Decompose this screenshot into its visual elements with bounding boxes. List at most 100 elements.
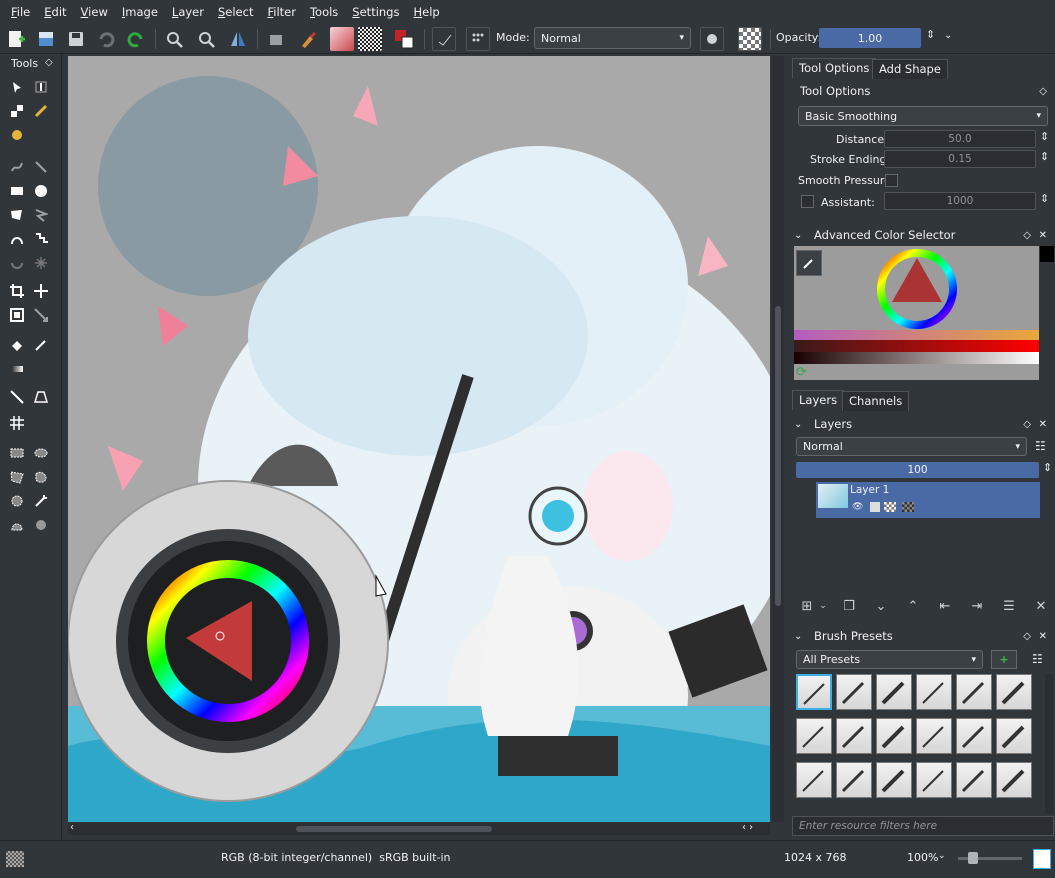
- menu-filter[interactable]: Filter: [260, 5, 302, 19]
- menu-image[interactable]: Image: [115, 5, 165, 19]
- brush-preview-icon[interactable]: [6, 851, 24, 867]
- add-tag-button[interactable]: +: [991, 650, 1017, 669]
- lock-icon[interactable]: [870, 502, 880, 512]
- brush-preset[interactable]: [996, 762, 1032, 798]
- brush-preset[interactable]: [916, 674, 952, 710]
- polyline-tool-icon[interactable]: [32, 206, 50, 224]
- smoothing-select[interactable]: Basic Smoothing ▾: [798, 106, 1048, 126]
- menu-file[interactable]: File: [4, 5, 37, 19]
- text-tool-icon[interactable]: [32, 78, 50, 96]
- gradient-selector[interactable]: [330, 27, 354, 51]
- menu-view[interactable]: View: [74, 5, 115, 19]
- grid-tool-icon[interactable]: [8, 414, 26, 432]
- vertical-scrollbar[interactable]: [772, 56, 784, 822]
- brush-preset[interactable]: [876, 674, 912, 710]
- open-document-icon[interactable]: [34, 27, 58, 51]
- float-icon[interactable]: ◇: [1023, 230, 1031, 241]
- rectangle-tool-icon[interactable]: [8, 182, 26, 200]
- layer-name[interactable]: Layer 1: [850, 484, 889, 496]
- duplicate-layer-icon[interactable]: ❐: [840, 597, 858, 615]
- chevron-down-icon[interactable]: ⌄: [814, 597, 832, 615]
- freehand-brush-icon[interactable]: [8, 126, 26, 144]
- assistant-slider[interactable]: 1000: [884, 192, 1036, 210]
- shade-bar-light[interactable]: [794, 352, 1039, 364]
- eraser-mode-icon[interactable]: [264, 27, 288, 51]
- undo-icon[interactable]: [94, 27, 118, 51]
- brush-preset[interactable]: [996, 718, 1032, 754]
- visibility-icon[interactable]: 👁: [852, 502, 863, 512]
- horizontal-scrollbar[interactable]: ‹ ‹ ›: [68, 822, 770, 835]
- bezier-select-icon[interactable]: [8, 516, 26, 534]
- brush-preset[interactable]: [996, 674, 1032, 710]
- canvas-thumbnail-icon[interactable]: [1033, 849, 1051, 869]
- color-selector[interactable]: ⟳: [794, 246, 1039, 380]
- brush-preset[interactable]: [916, 762, 952, 798]
- shade-bar-red[interactable]: [794, 340, 1039, 352]
- magnetic-select-icon[interactable]: [32, 516, 50, 534]
- tab-channels[interactable]: Channels: [842, 391, 910, 411]
- zoom-out-icon[interactable]: [194, 27, 218, 51]
- eyedropper-icon[interactable]: [796, 250, 822, 276]
- edit-shapes-icon[interactable]: [8, 102, 26, 120]
- brush-preset[interactable]: [876, 762, 912, 798]
- polygon-tool-icon[interactable]: [8, 206, 26, 224]
- brush-preset[interactable]: [956, 674, 992, 710]
- menu-help[interactable]: Help: [406, 5, 446, 19]
- brush-preset[interactable]: [796, 762, 832, 798]
- layer-properties-icon[interactable]: ☰: [1000, 597, 1018, 615]
- layer-view-icon[interactable]: ☷: [1035, 439, 1046, 453]
- freehand-select-icon[interactable]: [32, 468, 50, 486]
- brush-preset-icon[interactable]: [432, 27, 456, 51]
- line-tool-icon[interactable]: [32, 158, 50, 176]
- layer-opacity-spin-icon[interactable]: ⇕: [1043, 461, 1052, 474]
- stroke-ending-slider[interactable]: 0.15: [884, 150, 1036, 168]
- float-icon[interactable]: ◇: [1023, 631, 1031, 642]
- calligraphy-icon[interactable]: [32, 102, 50, 120]
- brush-preset[interactable]: [796, 718, 832, 754]
- save-icon[interactable]: [64, 27, 88, 51]
- layer-opacity-slider[interactable]: 100: [796, 462, 1039, 478]
- delete-layer-icon[interactable]: ✕: [1032, 597, 1050, 615]
- pop-up-palette[interactable]: [68, 480, 389, 802]
- alpha-lock-icon[interactable]: [902, 502, 914, 512]
- tab-add-shape[interactable]: Add Shape: [872, 59, 948, 79]
- opacity-slider[interactable]: 1.00: [819, 28, 921, 48]
- brush-preset[interactable]: [836, 762, 872, 798]
- fg-bg-color-icon[interactable]: [392, 27, 416, 51]
- brush-preset[interactable]: [836, 718, 872, 754]
- menu-layer[interactable]: Layer: [165, 5, 211, 19]
- alpha-lock-icon[interactable]: [738, 27, 762, 51]
- preset-search-input[interactable]: Enter resource filters here: [792, 816, 1054, 836]
- dynamic-brush-icon[interactable]: [8, 254, 26, 272]
- multibrush-icon[interactable]: [8, 158, 26, 176]
- collapse-icon[interactable]: ⌄: [794, 230, 802, 241]
- preset-filter-select[interactable]: All Presets ▾: [796, 650, 983, 669]
- move-up-icon[interactable]: ⌃: [904, 597, 922, 615]
- float-icon[interactable]: ◇: [1023, 419, 1031, 430]
- ellipse-tool-icon[interactable]: [32, 182, 50, 200]
- assistant-checkbox[interactable]: [801, 195, 814, 208]
- new-document-icon[interactable]: [4, 27, 28, 51]
- assistant-spin-icon[interactable]: ⇕: [1040, 192, 1049, 205]
- color-pattern-bar[interactable]: [794, 330, 1039, 340]
- toolbox-menu-icon[interactable]: ◇: [45, 57, 53, 68]
- perspective-grid-icon[interactable]: [32, 388, 50, 406]
- indent-layer-icon[interactable]: ⇤: [936, 597, 954, 615]
- float-icon[interactable]: ◇: [1039, 86, 1047, 97]
- color-picker-icon[interactable]: [32, 336, 50, 354]
- bezier-tool-icon[interactable]: [8, 230, 26, 248]
- brush-preset[interactable]: [916, 718, 952, 754]
- brush-preset[interactable]: [796, 674, 832, 710]
- close-icon[interactable]: ✕: [1039, 230, 1047, 241]
- move-down-icon[interactable]: ⌄: [872, 597, 890, 615]
- collapse-icon[interactable]: ⌄: [794, 419, 802, 430]
- menu-select[interactable]: Select: [211, 5, 261, 19]
- brush-settings-icon[interactable]: [296, 27, 320, 51]
- menu-settings[interactable]: Settings: [345, 5, 406, 19]
- zoom-slider-handle[interactable]: [968, 852, 978, 864]
- measure-tool-icon[interactable]: [32, 306, 50, 324]
- brush-preset[interactable]: [956, 762, 992, 798]
- tab-tool-options[interactable]: Tool Options: [792, 58, 877, 78]
- alpha-inherit-icon[interactable]: [884, 502, 896, 512]
- smart-patch-icon[interactable]: [32, 254, 50, 272]
